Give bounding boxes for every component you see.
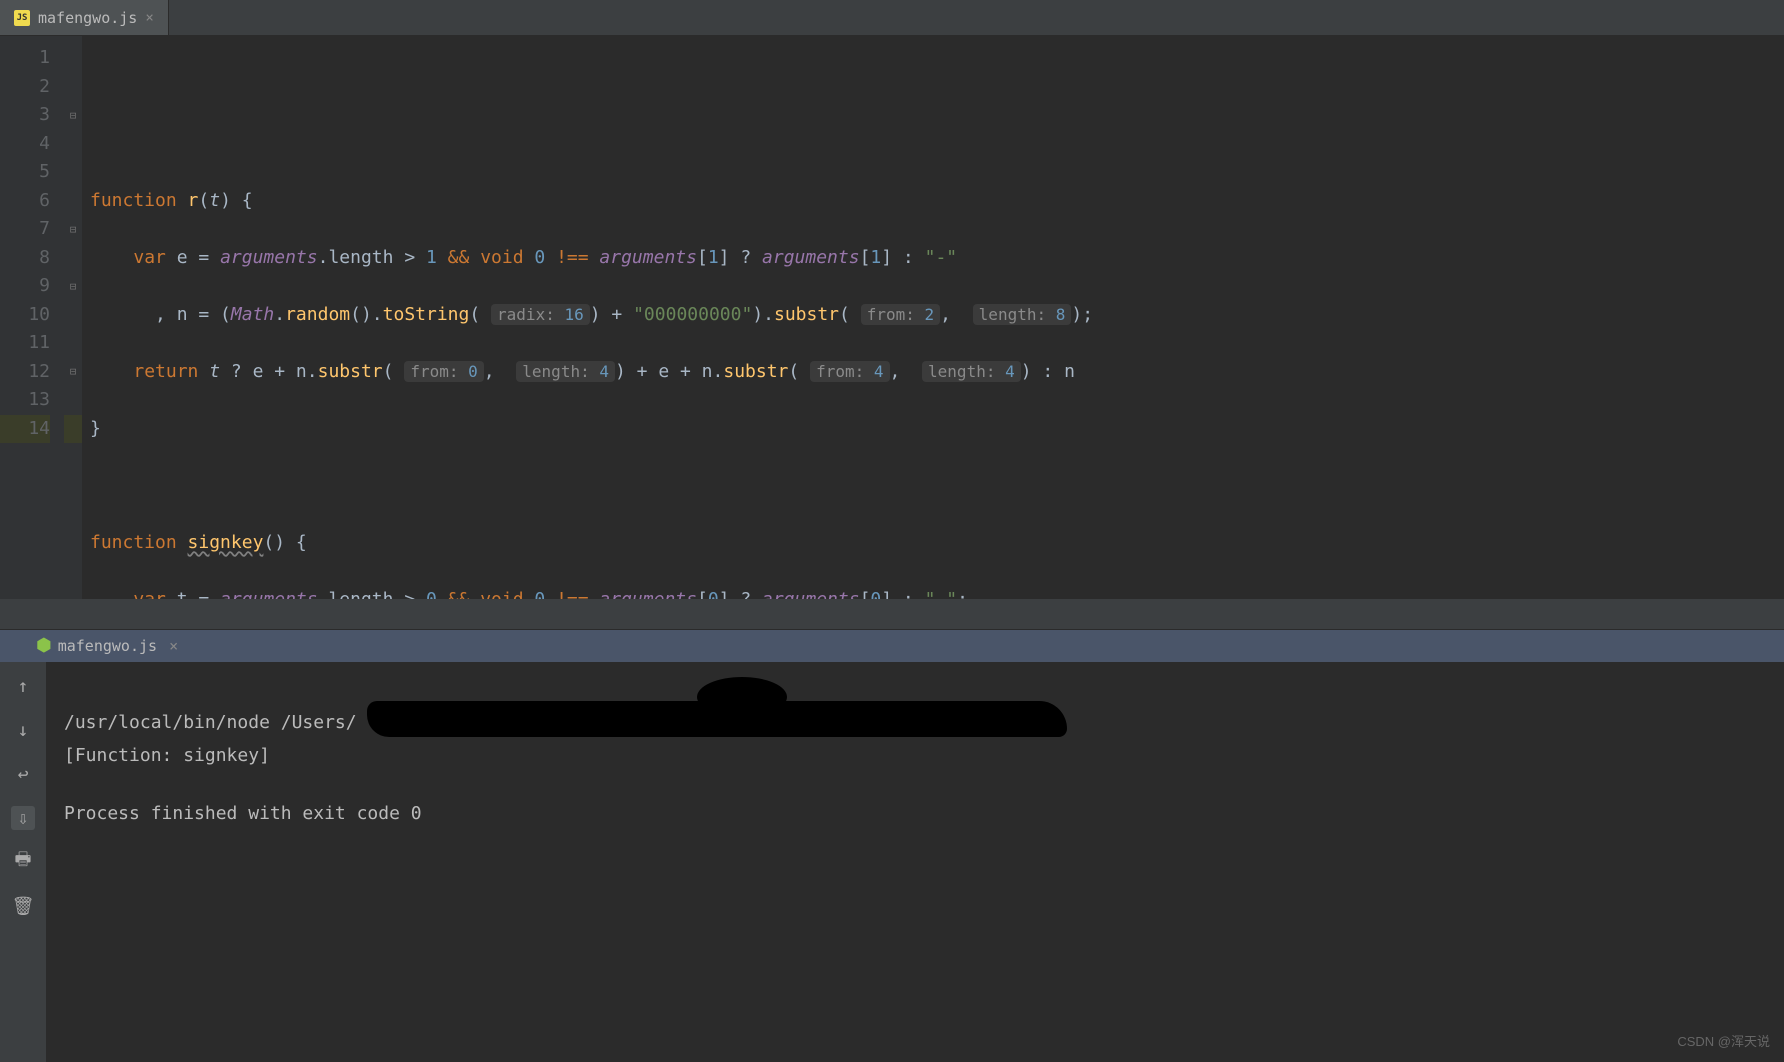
console-output[interactable]: /usr/local/bin/node /Users/ [Function: s… bbox=[46, 662, 1784, 1062]
scroll-to-end-button[interactable]: ⇩ bbox=[11, 806, 35, 830]
editor-tabbar: JS mafengwo.js × bbox=[0, 0, 1784, 36]
panel-separator[interactable] bbox=[0, 599, 1784, 629]
close-icon[interactable]: × bbox=[169, 637, 178, 655]
scroll-up-button[interactable]: ↑ bbox=[11, 674, 35, 698]
line-number-gutter: 1 2 3 4 5 6 7 8 9 10 11 12 13 14 bbox=[0, 36, 64, 599]
console-line: [Function: signkey] bbox=[64, 745, 270, 766]
js-file-icon: JS bbox=[14, 10, 30, 26]
scroll-down-button[interactable]: ↓ bbox=[11, 718, 35, 742]
redacted-path bbox=[367, 701, 1067, 737]
fold-marker-icon[interactable]: ⊟ bbox=[64, 215, 82, 244]
fold-marker-icon[interactable]: ⊟ bbox=[64, 358, 82, 387]
fold-marker-icon[interactable]: ⊟ bbox=[64, 101, 82, 130]
console-toolbar: ↑ ↓ ↩ ⇩ 🖶 🗑 bbox=[0, 662, 46, 1062]
soft-wrap-button[interactable]: ↩ bbox=[11, 762, 35, 786]
run-console-panel: ↑ ↓ ↩ ⇩ 🖶 🗑 /usr/local/bin/node /Users/ … bbox=[0, 662, 1784, 1062]
run-tabbar: ⬢ mafengwo.js × bbox=[0, 629, 1784, 662]
watermark: CSDN @浑天说 bbox=[1677, 1027, 1770, 1056]
close-icon[interactable]: × bbox=[145, 10, 153, 26]
console-line: Process finished with exit code 0 bbox=[64, 803, 422, 824]
clear-button[interactable]: 🗑 bbox=[11, 894, 35, 918]
fold-gutter: ⊟ ⊟ ⊟ ⊟ bbox=[64, 36, 82, 599]
code-editor[interactable]: 1 2 3 4 5 6 7 8 9 10 11 12 13 14 ⊟ ⊟ ⊟ ⊟… bbox=[0, 36, 1784, 599]
editor-tab-label: mafengwo.js bbox=[38, 9, 137, 27]
node-icon: ⬢ bbox=[36, 635, 52, 656]
fold-marker-icon[interactable]: ⊟ bbox=[64, 272, 82, 301]
console-line: /usr/local/bin/node /Users/ bbox=[64, 712, 357, 733]
code-area[interactable]: function r(t) { var e = arguments.length… bbox=[82, 36, 1784, 599]
print-button[interactable]: 🖶 bbox=[11, 850, 35, 874]
run-tab-label: mafengwo.js bbox=[58, 637, 157, 655]
run-tab-mafengwo[interactable]: ⬢ mafengwo.js × bbox=[30, 635, 184, 665]
editor-tab-mafengwo[interactable]: JS mafengwo.js × bbox=[0, 0, 169, 35]
